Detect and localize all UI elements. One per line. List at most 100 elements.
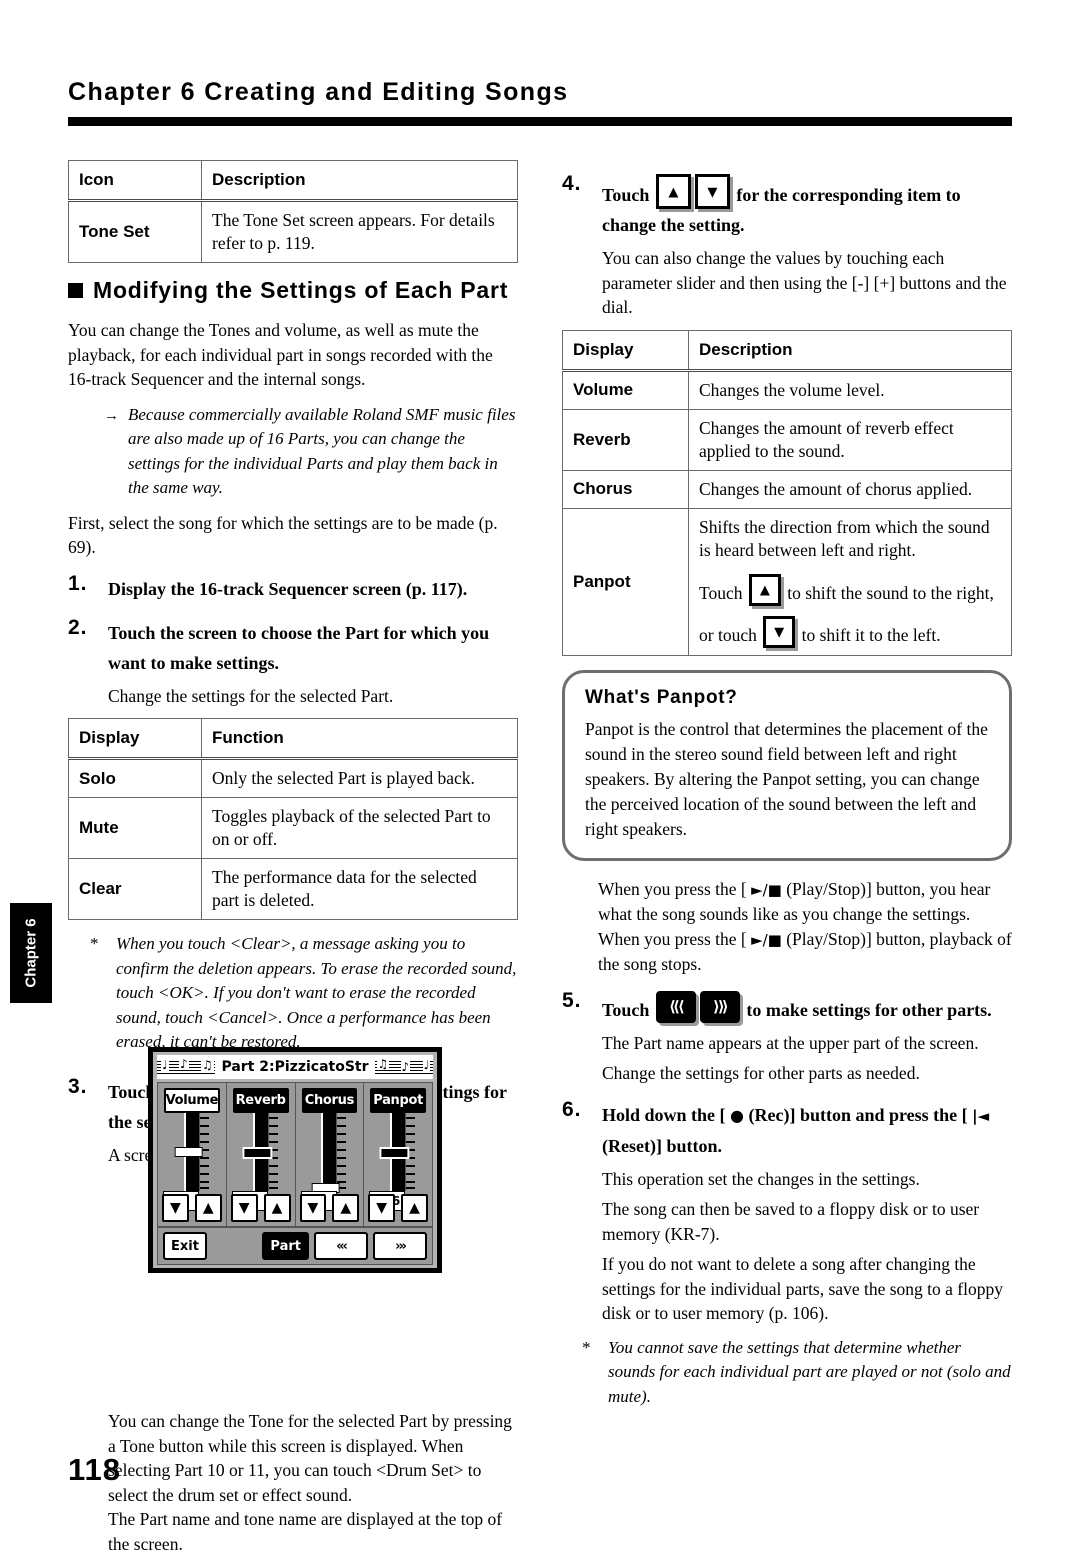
lcd-prev-part-button[interactable]: «‹ bbox=[314, 1232, 368, 1260]
step-6-body-1: This operation set the changes in the se… bbox=[602, 1168, 920, 1189]
arrow-icon: → bbox=[104, 407, 119, 424]
panpot-or-touch-label: or touch bbox=[699, 624, 757, 645]
lcd-inner: ♩ ♪ ♫ Part 2:PizzicatoStr ♫ ♪ ♩ Volume ▼… bbox=[153, 1052, 437, 1268]
panpot-description-cell: Shifts the direction from which the soun… bbox=[688, 507, 1012, 656]
lcd-slider-track-wrap[interactable] bbox=[158, 1113, 226, 1191]
description-cell: Changes the amount of reverb effect appl… bbox=[688, 408, 1012, 471]
step-4: 4. Touch ▲ ▼ for the corresponding item t… bbox=[562, 172, 1012, 240]
lcd-slider-track-wrap[interactable] bbox=[364, 1113, 432, 1191]
lcd-slider-track-wrap[interactable] bbox=[227, 1113, 295, 1191]
chapter-side-tab: Chapter 6 bbox=[10, 903, 52, 1003]
lcd-channel-label[interactable]: Chorus bbox=[301, 1088, 358, 1113]
step-2-text: Touch the screen to choose the Part for … bbox=[108, 622, 490, 673]
record-dot-icon: ● bbox=[730, 1105, 744, 1125]
lcd-next-part-button[interactable]: ›» bbox=[373, 1232, 427, 1260]
play-stop-text-1: When you press the [ bbox=[598, 878, 752, 899]
chapter-side-tab-label: Chapter 6 bbox=[22, 918, 40, 988]
next-part-chevron-icon: ⟩⟫ bbox=[699, 990, 740, 1023]
panpot-touch-right-text: to shift the sound to the right, bbox=[787, 582, 994, 603]
step-1: 1. Display the 16-track Sequencer screen… bbox=[68, 571, 518, 604]
lcd-down-button[interactable]: ▼ bbox=[299, 1194, 327, 1222]
lcd-channel-label[interactable]: Panpot bbox=[370, 1088, 426, 1113]
step-6-text-b: (Rec)] button and press the [ bbox=[744, 1104, 973, 1125]
lcd-slider-track-wrap[interactable] bbox=[296, 1113, 364, 1193]
lcd-down-button[interactable]: ▼ bbox=[368, 1194, 396, 1222]
callout-body: Panpot is the control that determines th… bbox=[585, 718, 988, 839]
lcd-down-button[interactable]: ▼ bbox=[162, 1194, 189, 1222]
arrow-note-text: Because commercially available Roland SM… bbox=[128, 404, 516, 498]
lcd-slider-thumb[interactable] bbox=[379, 1147, 410, 1159]
arrow-note: → Because commercially available Roland … bbox=[104, 403, 518, 501]
lcd-channel-chorus[interactable]: Chorus 0 ▼ ▲ bbox=[296, 1083, 365, 1226]
panpot-touch-left-text: to shift it to the left. bbox=[801, 624, 941, 645]
lcd-channel-reverb[interactable]: Reverb 80 ▼ ▲ bbox=[227, 1083, 296, 1226]
icon-name-cell: Tone Set bbox=[68, 200, 202, 263]
lcd-up-button[interactable]: ▲ bbox=[194, 1194, 222, 1222]
step-5-body-1: The Part name appears at the upper part … bbox=[602, 1032, 979, 1053]
step-2-body: Change the settings for the selected Par… bbox=[108, 685, 394, 706]
music-staff-left-icon: ♩ ♪ ♫ bbox=[157, 1058, 216, 1076]
display-name-cell: Mute bbox=[68, 797, 202, 859]
lcd-slider-thumb[interactable] bbox=[174, 1147, 203, 1157]
document-page: Chapter 6 Creating and Editing Songs Cha… bbox=[0, 0, 1080, 1554]
closing-paragraph-2: The Part name and tone name are displaye… bbox=[108, 1509, 503, 1554]
column-header-display: Display bbox=[562, 329, 689, 372]
step-6-text-a: Hold down the [ bbox=[602, 1104, 731, 1125]
table-row: Clear The performance data for the selec… bbox=[68, 858, 518, 920]
prev-part-chevron-icon: ⟪⟨ bbox=[655, 990, 696, 1023]
table-row: Solo Only the selected Part is played ba… bbox=[68, 758, 518, 798]
section-heading: Modifying the Settings of Each Part bbox=[68, 277, 518, 304]
display-name-cell: Reverb bbox=[562, 408, 689, 471]
column-header-function: Function bbox=[201, 718, 518, 760]
table-header-row: Display Description bbox=[562, 329, 1012, 372]
right-column: 4. Touch ▲ ▼ for the corresponding item t… bbox=[562, 160, 1012, 1421]
step-1-number: 1. bbox=[68, 571, 88, 595]
panpot-touch-left-line: or touch ▼ to shift it to the left. bbox=[699, 615, 1001, 648]
lcd-channel-label[interactable]: Volume bbox=[164, 1088, 220, 1113]
lcd-footer-bar: Exit Part «‹ ›» bbox=[157, 1227, 433, 1265]
display-description-table: Display Description Volume Changes the v… bbox=[562, 329, 1012, 656]
step-5-body-2: Change the settings for other parts as n… bbox=[602, 1063, 920, 1083]
step-3-number: 3. bbox=[68, 1074, 88, 1098]
lcd-channel-label[interactable]: Reverb bbox=[232, 1088, 289, 1113]
asterisk-icon: * bbox=[90, 934, 99, 953]
lcd-channel-panpot[interactable]: Panpot R16 ▼ ▲ bbox=[364, 1083, 432, 1226]
up-arrow-key-icon: ▲ bbox=[748, 573, 781, 606]
display-name-cell: Solo bbox=[68, 758, 202, 798]
music-staff-right-icon: ♫ ♪ ♩ bbox=[374, 1058, 433, 1076]
step-5: 5. Touch ⟪⟨ ⟩⟫ to make settings for other… bbox=[562, 988, 1012, 1025]
function-cell: The performance data for the selected pa… bbox=[201, 858, 518, 920]
header-rule bbox=[68, 117, 1012, 126]
column-header-description: Description bbox=[688, 329, 1012, 372]
lcd-part-title: Part 2:PizzicatoStr bbox=[221, 1059, 369, 1075]
step-6: 6. Hold down the [ ● (Rec)] button and p… bbox=[562, 1097, 1012, 1161]
table-row: Panpot Shifts the direction from which t… bbox=[562, 507, 1012, 656]
table-row: Chorus Changes the amount of chorus appl… bbox=[562, 469, 1012, 509]
step-6-body-3: If you do not want to delete a song afte… bbox=[602, 1254, 1003, 1323]
lcd-up-button[interactable]: ▲ bbox=[401, 1194, 428, 1222]
up-arrow-key-icon: ▲ bbox=[655, 174, 691, 209]
step-4-number: 4. bbox=[562, 172, 582, 195]
play-stop-glyph-icon: ►/■ bbox=[751, 930, 782, 949]
step-5-number: 5. bbox=[562, 988, 582, 1012]
lcd-slider-panel: Volume 80 ▼ ▲ bbox=[157, 1082, 433, 1227]
lcd-screen-illustration: ♩ ♪ ♫ Part 2:PizzicatoStr ♫ ♪ ♩ Volume ▼… bbox=[148, 1047, 442, 1273]
step-4-text: Touch ▲ ▼ for the corresponding item to c… bbox=[602, 174, 961, 235]
reset-glyph-icon: |◄ bbox=[972, 1106, 990, 1125]
final-note-text: You cannot save the settings that determ… bbox=[608, 1337, 1011, 1406]
section-heading-label: Modifying the Settings of Each Part bbox=[93, 277, 509, 303]
panpot-touch-right-line: Touch ▲ to shift the sound to the right, bbox=[699, 573, 1001, 606]
step-6-number: 6. bbox=[562, 1097, 582, 1121]
step-2-number: 2. bbox=[68, 615, 88, 639]
lcd-title-bar: ♩ ♪ ♫ Part 2:PizzicatoStr ♫ ♪ ♩ bbox=[157, 1055, 433, 1079]
lcd-channel-volume[interactable]: Volume 80 ▼ ▲ bbox=[158, 1083, 227, 1226]
panpot-touch-label: Touch bbox=[699, 582, 743, 603]
lcd-part-button[interactable]: Part bbox=[262, 1232, 309, 1260]
left-column: Icon Description Tone Set The Tone Set s… bbox=[68, 150, 518, 1567]
clear-note-text: When you touch <Clear>, a message asking… bbox=[116, 934, 517, 1051]
lcd-up-button[interactable]: ▲ bbox=[332, 1194, 360, 1222]
lcd-down-button[interactable]: ▼ bbox=[230, 1194, 258, 1222]
lcd-up-button[interactable]: ▲ bbox=[263, 1194, 291, 1222]
lcd-slider-thumb[interactable] bbox=[242, 1147, 273, 1159]
lcd-exit-button[interactable]: Exit bbox=[163, 1232, 207, 1260]
